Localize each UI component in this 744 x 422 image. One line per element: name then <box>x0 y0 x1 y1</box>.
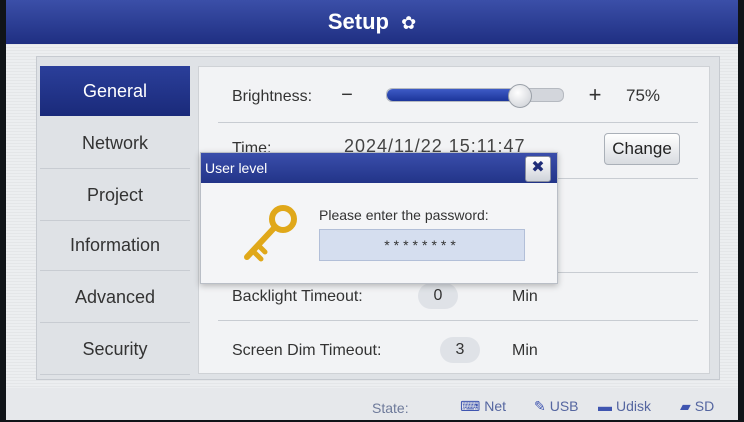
brightness-increase-button[interactable]: + <box>578 82 612 110</box>
brightness-label: Brightness: <box>232 88 313 105</box>
sd-card-icon: ▰ <box>680 398 691 414</box>
status-net: ⌨ Net <box>460 398 507 414</box>
key-icon <box>244 205 297 262</box>
status-sd: ▰ SD <box>680 398 715 414</box>
sidebar: General Network Project Information Adva… <box>40 66 190 375</box>
backlight-timeout-field[interactable]: 0 <box>418 283 458 309</box>
screen-dim-timeout-label: Screen Dim Timeout: <box>232 342 382 359</box>
divider <box>218 122 698 123</box>
brightness-decrease-button[interactable]: − <box>330 82 364 110</box>
backlight-timeout-unit: Min <box>512 288 538 305</box>
gear-icon: ✿ <box>401 13 417 34</box>
screen-dim-timeout-unit: Min <box>512 342 538 359</box>
state-label: State: <box>372 400 409 416</box>
brightness-slider-fill <box>387 89 519 101</box>
change-time-button[interactable]: Change <box>604 133 680 165</box>
sidebar-item-information[interactable]: Information <box>40 220 190 271</box>
brightness-value: 75% <box>626 86 661 105</box>
password-input[interactable]: ******** <box>319 229 525 261</box>
sidebar-item-project[interactable]: Project <box>40 170 190 221</box>
backlight-timeout-label: Backlight Timeout: <box>232 288 363 305</box>
sidebar-item-security[interactable]: Security <box>40 324 190 375</box>
status-usb: ✎ USB <box>534 398 579 414</box>
brightness-slider-thumb[interactable] <box>508 84 532 108</box>
status-udisk: ▬ Udisk <box>598 398 652 414</box>
page-title: Setup <box>327 9 389 34</box>
sidebar-item-network[interactable]: Network <box>40 118 190 169</box>
usb-icon: ✎ <box>534 398 546 414</box>
screen-dim-timeout-field[interactable]: 3 <box>440 337 480 363</box>
divider <box>218 320 698 321</box>
sidebar-item-general[interactable]: General <box>40 66 190 116</box>
sidebar-item-advanced[interactable]: Advanced <box>40 272 190 323</box>
title-bar: Setup ✿ <box>6 0 738 44</box>
password-dialog: User level ✖ Please enter the password: … <box>200 152 558 284</box>
network-icon: ⌨ <box>460 398 481 414</box>
dialog-title: User level <box>201 153 557 183</box>
device-screen: Setup ✿ General Network Project Informat… <box>6 0 738 420</box>
password-prompt: Please enter the password: <box>319 207 489 223</box>
brightness-slider[interactable] <box>386 84 564 108</box>
close-icon[interactable]: ✖ <box>525 156 551 182</box>
udisk-icon: ▬ <box>598 398 612 414</box>
